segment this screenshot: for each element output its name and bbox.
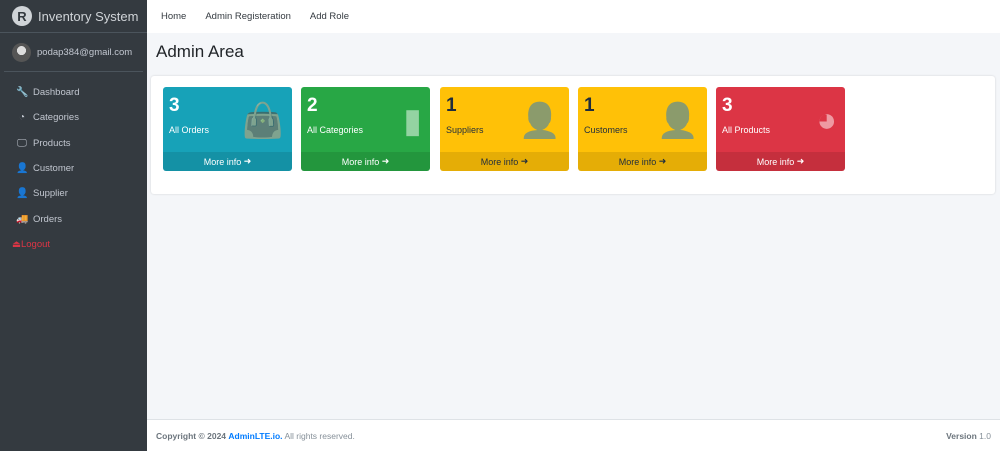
- nav-admin-registration[interactable]: Admin Registeration: [205, 11, 291, 22]
- brand-title: Inventory System: [38, 8, 139, 24]
- version-label: Version: [946, 430, 977, 441]
- nav-home[interactable]: Home: [161, 11, 186, 22]
- stat-label: All Products: [722, 125, 771, 135]
- more-info-link[interactable]: More info ➜: [440, 152, 569, 171]
- stat-card-customers: 1 Customers 👤 More info ➜: [578, 87, 707, 171]
- footer: Copyright © 2024 AdminLTE.io. All rights…: [147, 419, 1000, 451]
- more-info-link[interactable]: More info ➜: [163, 152, 292, 171]
- user-plus-icon: 👤: [518, 102, 561, 140]
- more-info-label: More info: [341, 156, 380, 167]
- arrow-circle-right-icon: ➜: [381, 156, 390, 166]
- arrow-circle-right-icon: ➜: [243, 156, 252, 166]
- stat-value: 1: [446, 95, 457, 116]
- desktop-icon: 🖵: [17, 137, 27, 149]
- stat-label: All Orders: [169, 125, 210, 135]
- more-info-link[interactable]: More info ➜: [301, 152, 430, 171]
- more-info-label: More info: [756, 156, 795, 167]
- pie-chart-icon: ◕: [816, 101, 837, 139]
- sidebar-item-label: Dashboard: [33, 87, 80, 99]
- stat-value: 3: [722, 95, 733, 116]
- sidebar-item-label: Logout: [20, 238, 51, 250]
- stats-panel: 3 All Orders 👜 More info ➜ 2 All Categori…: [151, 76, 995, 194]
- stat-card-suppliers: 1 Suppliers 👤 More info ➜: [440, 87, 569, 171]
- sidebar-item-customer[interactable]: 👤 Customer: [0, 156, 147, 181]
- sidebar-item-label: Categories: [33, 112, 79, 124]
- page-title: Admin Area: [156, 42, 244, 61]
- adminlte-link[interactable]: AdminLTE.io.: [228, 431, 282, 441]
- stat-card-all-orders: 3 All Orders 👜 More info ➜: [163, 87, 292, 171]
- copyright-text: Copyright © 2024: [156, 430, 227, 441]
- user-icon: 👤: [16, 188, 29, 200]
- sidebar-item-label: Customer: [33, 163, 75, 175]
- sidebar-item-orders[interactable]: 🚚 Orders: [0, 206, 147, 231]
- brand-logo: R: [12, 6, 32, 26]
- logout-icon: ⏏: [12, 238, 21, 250]
- stat-label: All Categories: [307, 125, 364, 135]
- user-icon: 👤: [16, 163, 29, 175]
- sidebar-nav: 🔧 Dashboard ◔ Categories 🖵 Products 👤 Custom…: [0, 72, 147, 257]
- more-info-label: More info: [203, 156, 242, 167]
- truck-icon: 🚚: [16, 213, 29, 225]
- sidebar-item-supplier[interactable]: 👤 Supplier: [0, 181, 147, 206]
- user-email: podap384@gmail.com: [37, 46, 133, 58]
- stat-label: Suppliers: [446, 125, 484, 135]
- shopping-bag-icon: 👜: [241, 102, 284, 140]
- stat-value: 1: [584, 95, 595, 116]
- stat-value: 2: [307, 95, 318, 116]
- sidebar-item-dashboard[interactable]: 🔧 Dashboard: [0, 80, 147, 105]
- arrow-circle-right-icon: ➜: [658, 156, 667, 166]
- rights-text: All rights reserved.: [284, 430, 355, 441]
- wrench-icon: 🔧: [16, 87, 29, 99]
- brand-link[interactable]: R Inventory System: [0, 0, 147, 33]
- stat-card-all-categories: 2 All Categories ▮ More info ➜: [301, 87, 430, 171]
- sidebar-item-label: Products: [33, 137, 71, 149]
- user-plus-icon: 👤: [656, 102, 699, 140]
- more-info-label: More info: [480, 156, 519, 167]
- arrow-circle-right-icon: ➜: [796, 156, 805, 166]
- sidebar: R Inventory System podap384@gmail.com 🔧 D…: [0, 0, 147, 451]
- nav-add-role[interactable]: Add Role: [310, 11, 349, 22]
- arrow-circle-right-icon: ➜: [520, 156, 529, 166]
- more-info-link[interactable]: More info ➜: [716, 152, 845, 171]
- avatar: [12, 42, 31, 62]
- sidebar-item-label: Orders: [33, 213, 63, 225]
- more-info-link[interactable]: More info ➜: [578, 152, 707, 171]
- sidebar-item-label: Supplier: [33, 188, 68, 200]
- stat-card-all-products: 3 All Products ◕ More info ➜: [716, 87, 845, 171]
- sidebar-item-products[interactable]: 🖵 Products: [0, 131, 147, 156]
- bar-chart-icon: ▮: [403, 102, 422, 140]
- user-panel[interactable]: podap384@gmail.com: [4, 33, 143, 72]
- gauge-icon: ◔: [18, 112, 26, 124]
- more-info-label: More info: [618, 156, 657, 167]
- stat-value: 3: [169, 95, 180, 116]
- version-value: 1.0: [979, 430, 991, 441]
- top-navbar: Home Admin Registeration Add Role: [147, 0, 1000, 33]
- sidebar-item-logout[interactable]: ⏏ Logout: [0, 232, 147, 257]
- stat-label: Customers: [584, 125, 628, 135]
- sidebar-item-categories[interactable]: ◔ Categories: [0, 105, 147, 130]
